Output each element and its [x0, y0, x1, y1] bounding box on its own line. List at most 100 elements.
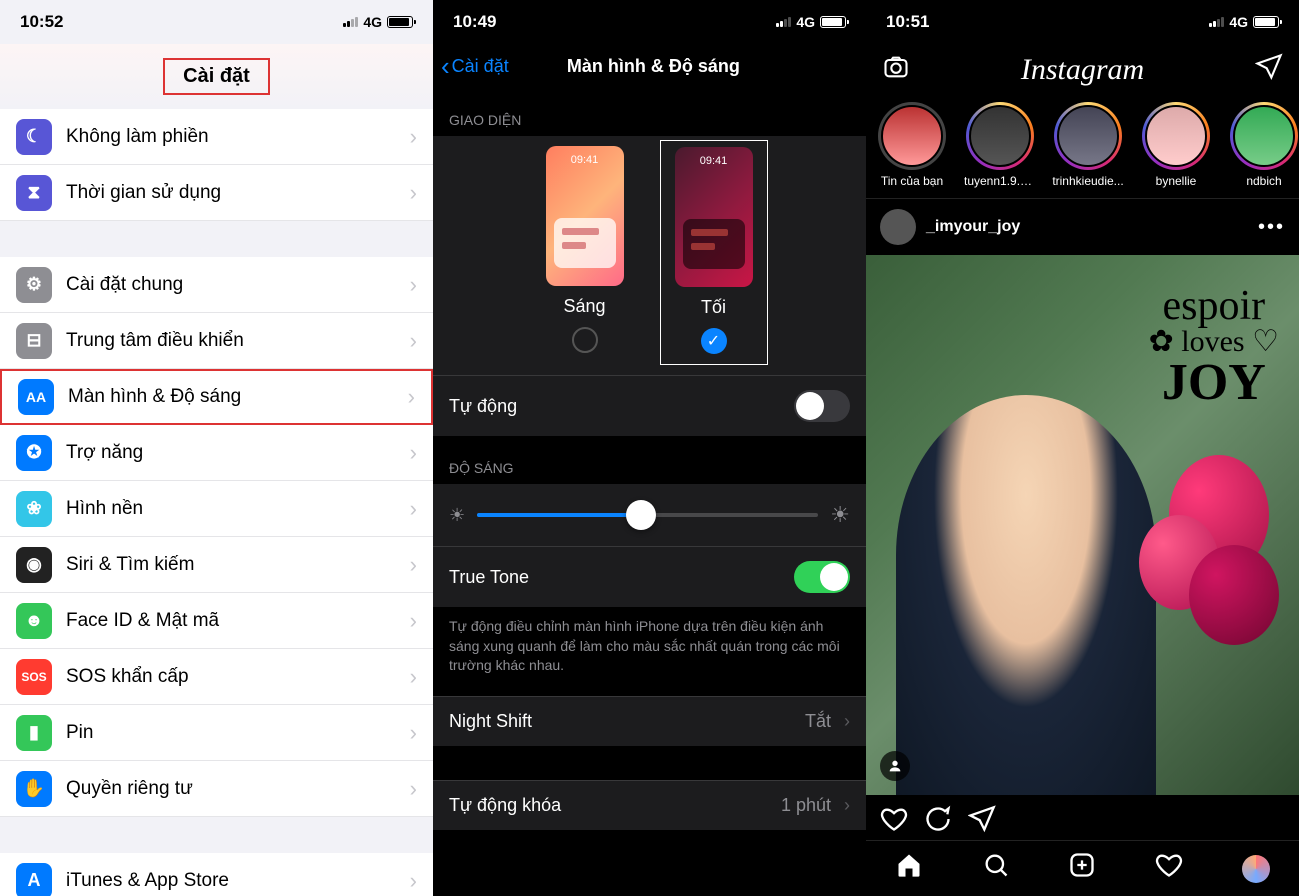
status-time: 10:49	[453, 12, 496, 32]
row-general[interactable]: ⚙ Cài đặt chung ›	[0, 257, 433, 313]
row-itunes[interactable]: A iTunes & App Store ›	[0, 853, 433, 896]
row-label: Không làm phiền	[66, 126, 410, 148]
row-accessibility[interactable]: ✪ Trợ năng ›	[0, 425, 433, 481]
appearance-dark-option[interactable]: 09:41 Tối	[660, 140, 768, 365]
accessibility-icon: ✪	[16, 435, 52, 471]
chevron-right-icon: ›	[410, 776, 417, 802]
status-bar: 10:52 4G	[0, 0, 433, 44]
night-shift-value: Tắt	[805, 711, 831, 731]
row-label: Trung tâm điều khiển	[66, 330, 410, 352]
stories-tray[interactable]: Tin của bạn tuyenn1.9.7.6 trinhkieudie..…	[866, 96, 1299, 198]
row-privacy[interactable]: ✋ Quyền riêng tư ›	[0, 761, 433, 817]
status-time: 10:51	[886, 12, 929, 32]
tab-activity[interactable]	[1155, 851, 1183, 886]
camera-icon[interactable]	[882, 53, 910, 88]
status-right: 4G	[1209, 14, 1279, 30]
true-tone-label: True Tone	[449, 567, 529, 588]
row-label: Quyền riêng tư	[66, 778, 410, 800]
brightness-slider-row: ☀ ☀	[433, 484, 866, 546]
appearance-picker: 09:41 Sáng 09:41 Tối	[433, 136, 866, 375]
instagram-header: Instagram	[866, 44, 1299, 96]
chevron-right-icon: ›	[410, 552, 417, 578]
group-gap	[0, 221, 433, 257]
chevron-right-icon: ›	[410, 868, 417, 894]
row-label: Pin	[66, 722, 410, 744]
tab-home[interactable]	[895, 851, 923, 886]
network-label: 4G	[1229, 14, 1248, 30]
comment-icon[interactable]	[924, 805, 952, 840]
radio-checked-icon[interactable]	[701, 328, 727, 354]
tab-bar	[866, 840, 1299, 896]
tab-search[interactable]	[982, 851, 1010, 886]
row-label: Siri & Tìm kiếm	[66, 554, 410, 576]
like-icon[interactable]	[880, 805, 908, 840]
instagram-screen: 10:51 4G Instagram Tin của bạn tu	[866, 0, 1299, 896]
chevron-right-icon: ›	[410, 720, 417, 746]
chevron-right-icon: ›	[410, 440, 417, 466]
more-icon[interactable]: •••	[1258, 216, 1285, 239]
row-auto-lock[interactable]: Tự động khóa 1 phút ›	[433, 780, 866, 830]
battery-icon	[1253, 16, 1279, 28]
row-label: Cài đặt chung	[66, 274, 410, 296]
row-label: Hình nền	[66, 498, 410, 520]
story-your-story[interactable]: Tin của bạn	[876, 102, 948, 188]
sos-icon: SOS	[16, 659, 52, 695]
text-size-icon: AA	[18, 379, 54, 415]
tagged-people-icon[interactable]	[880, 751, 910, 781]
post-actions	[866, 795, 1299, 840]
status-time: 10:52	[20, 12, 63, 32]
slider-thumb[interactable]	[626, 500, 656, 530]
row-control-center[interactable]: ⊟ Trung tâm điều khiển ›	[0, 313, 433, 369]
tab-profile[interactable]	[1242, 855, 1270, 883]
row-siri[interactable]: ◉ Siri & Tìm kiếm ›	[0, 537, 433, 593]
section-brightness-header: ĐỘ SÁNG	[433, 436, 866, 484]
row-night-shift[interactable]: Night Shift Tắt ›	[433, 696, 866, 746]
chevron-right-icon: ›	[410, 496, 417, 522]
share-icon[interactable]	[968, 805, 996, 840]
story-item[interactable]: bynellie	[1140, 102, 1212, 188]
chevron-right-icon: ›	[410, 328, 417, 354]
appearance-light-option[interactable]: 09:41 Sáng	[546, 146, 624, 355]
hourglass-icon: ⧗	[16, 175, 52, 211]
true-tone-toggle[interactable]	[794, 561, 850, 593]
row-do-not-disturb[interactable]: ☾ Không làm phiền ›	[0, 109, 433, 165]
row-display-brightness[interactable]: AA Màn hình & Độ sáng ›	[0, 369, 433, 425]
radio-unchecked-icon[interactable]	[572, 327, 598, 353]
auto-label: Tự động	[449, 396, 517, 417]
flower-icon: ❀	[16, 491, 52, 527]
send-icon[interactable]	[1255, 53, 1283, 88]
post-avatar[interactable]	[880, 209, 916, 245]
chevron-right-icon: ›	[844, 795, 850, 815]
battery-row-icon: ▮	[16, 715, 52, 751]
row-sos[interactable]: SOS SOS khẩn cấp ›	[0, 649, 433, 705]
post-username[interactable]: _imyour_joy	[926, 218, 1248, 236]
group-gap	[0, 817, 433, 853]
tab-new-post[interactable]	[1068, 851, 1096, 886]
dark-thumbnail: 09:41	[675, 147, 753, 287]
auto-toggle[interactable]	[794, 390, 850, 422]
post-image[interactable]: espoir ✿ loves ♡ JOY	[866, 255, 1299, 795]
row-label: Face ID & Mật mã	[66, 610, 410, 632]
story-item[interactable]: ndbich	[1228, 102, 1299, 188]
chevron-right-icon: ›	[844, 711, 850, 731]
chevron-right-icon: ›	[408, 384, 415, 410]
row-wallpaper[interactable]: ❀ Hình nền ›	[0, 481, 433, 537]
row-faceid[interactable]: ☻ Face ID & Mật mã ›	[0, 593, 433, 649]
chevron-right-icon: ›	[410, 124, 417, 150]
status-right: 4G	[776, 14, 846, 30]
story-item[interactable]: tuyenn1.9.7.6	[964, 102, 1036, 188]
settings-title: Cài đặt	[163, 58, 270, 95]
row-automatic[interactable]: Tự động	[433, 375, 866, 436]
row-battery[interactable]: ▮ Pin ›	[0, 705, 433, 761]
chevron-right-icon: ›	[410, 664, 417, 690]
story-item[interactable]: trinhkieudie...	[1052, 102, 1124, 188]
siri-icon: ◉	[16, 547, 52, 583]
nav-title: Màn hình & Độ sáng	[449, 56, 858, 77]
story-label: ndbich	[1228, 174, 1299, 188]
row-true-tone[interactable]: True Tone	[433, 546, 866, 607]
face-icon: ☻	[16, 603, 52, 639]
section-appearance-header: GIAO DIỆN	[433, 88, 866, 136]
row-screen-time[interactable]: ⧗ Thời gian sử dụng ›	[0, 165, 433, 221]
brightness-slider[interactable]	[477, 513, 818, 517]
signal-icon	[343, 17, 358, 27]
